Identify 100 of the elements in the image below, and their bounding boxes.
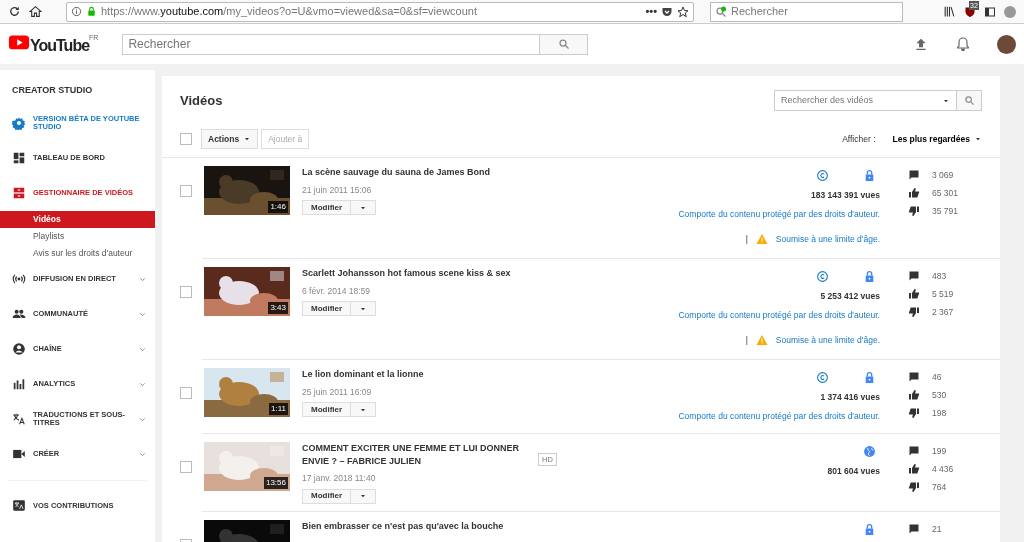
stat-count: 21 — [932, 522, 942, 536]
view-count: 5 253 412 vues — [819, 290, 880, 303]
upload-date: 21 juin 2011 15:06 — [302, 183, 373, 197]
thumbs-down-icon — [908, 205, 920, 217]
video-title[interactable]: Bien embrasser ce n'est pas qu'avec la bouche — [302, 520, 504, 534]
browser-search-field[interactable]: Rechercher — [710, 1, 903, 22]
thumbs-up-icon — [908, 463, 920, 475]
bar-chart-icon — [12, 377, 26, 391]
search-button[interactable] — [957, 90, 982, 111]
comment-icon — [908, 270, 920, 282]
upload-date: 25 juin 2011 16:09 — [302, 385, 373, 399]
video-search-field[interactable]: Rechercher des vidéos — [774, 90, 957, 111]
stat-count: 530 — [932, 388, 947, 402]
sidebar-icon[interactable] — [984, 5, 996, 18]
stat-count: 764 — [932, 480, 947, 494]
view-count: 801 604 vues — [826, 465, 880, 478]
dashboard-icon — [12, 151, 26, 165]
video-title[interactable]: Le lion dominant et la lionne — [302, 368, 424, 382]
more-actions-button[interactable]: ••• — [645, 3, 657, 20]
comment-icon — [908, 169, 920, 181]
sidebar-title: CREATOR STUDIO — [11, 84, 94, 97]
copyright-claim-link[interactable]: Comporte du contenu protégé par des droits d'auteur. — [660, 207, 880, 221]
page-title: Vidéos — [180, 91, 223, 110]
video-title[interactable]: Scarlett Johansson hot famous scene kiss & sex — [302, 267, 511, 281]
search-icon — [715, 5, 727, 18]
thumbs-down-icon — [908, 306, 920, 318]
reload-icon[interactable] — [8, 5, 21, 18]
stat-count: 46 — [932, 370, 942, 384]
comment-icon — [908, 445, 920, 457]
bookmark-star-icon[interactable] — [677, 5, 689, 18]
avatar[interactable] — [997, 34, 1016, 54]
placeholder-text: Rechercher — [731, 4, 788, 20]
duration-label: 1:11 — [269, 403, 288, 415]
video-checkbox[interactable] — [180, 461, 192, 473]
sidebar-subitem[interactable]: Playlists — [0, 227, 155, 245]
search-field[interactable]: Rechercher — [122, 33, 541, 55]
view-count: 183 143 391 vues — [810, 189, 880, 202]
comment-icon — [908, 371, 920, 383]
people-icon — [12, 307, 26, 321]
stat-count: 3 069 — [932, 168, 954, 182]
search-button[interactable] — [540, 33, 589, 55]
select-all-checkbox[interactable] — [180, 133, 192, 145]
thumbs-up-icon — [908, 288, 920, 300]
search-icon — [557, 38, 570, 50]
video-title[interactable]: COMMENT EXCITER UNE FEMME ET LUI DONNER ENVIE ? – FABRICE JULIEN — [302, 442, 532, 469]
stat-count: 199 — [932, 444, 947, 458]
age-restriction-link[interactable]: Soumise à une limite d'âge. — [775, 333, 880, 347]
broadcast-icon — [12, 272, 26, 286]
copyright-claim-link[interactable]: Comporte du contenu protégé par des droits d'auteur. — [660, 409, 880, 423]
separator-text: | — [745, 333, 748, 347]
pocket-icon[interactable] — [661, 5, 673, 18]
bell-icon[interactable] — [955, 36, 971, 52]
stat-count: 65 301 — [932, 186, 958, 200]
caret-icon — [974, 135, 982, 143]
url-text: https://www.youtube.com/my_videos?o=U&vmo=viewed&sa=0&sf=viewcount — [101, 4, 479, 20]
duration-label: 13:56 — [263, 477, 288, 489]
stat-count: 5 519 — [932, 287, 954, 301]
actions-button[interactable]: Actions — [201, 129, 259, 149]
view-count: 1 374 416 vues — [819, 391, 880, 404]
warning-icon — [755, 333, 768, 346]
stat-count: 198 — [932, 406, 947, 420]
duration-label: 1:46 — [268, 201, 288, 213]
sidebar-subitem[interactable]: Avis sur les droits d'auteur — [0, 244, 155, 262]
thumbs-down-icon — [908, 481, 920, 493]
stat-count: 2 367 — [932, 305, 954, 319]
account-icon — [12, 342, 26, 356]
video-checkbox[interactable] — [180, 387, 192, 399]
stat-count: 4 436 — [932, 462, 954, 476]
sort-dropdown[interactable]: Les plus regardées — [892, 132, 982, 146]
sidebar-subitem[interactable]: Vidéos — [0, 210, 155, 228]
video-checkbox[interactable] — [180, 286, 192, 298]
stat-count: 483 — [932, 269, 947, 283]
stat-count: 35 791 — [932, 204, 958, 218]
age-restriction-link[interactable]: Soumise à une limite d'âge. — [775, 232, 880, 246]
separator-text: | — [745, 232, 748, 246]
logo-text: YouTube — [30, 36, 90, 56]
thumbs-down-icon — [908, 407, 920, 419]
library-icon[interactable] — [943, 5, 956, 18]
upload-date: 17 janv. 2018 11:40 — [302, 472, 377, 485]
settings-icon — [12, 116, 26, 130]
search-icon — [963, 95, 975, 106]
video-checkbox[interactable] — [180, 185, 192, 197]
duration-label: 3:43 — [268, 302, 288, 314]
comment-icon — [908, 523, 920, 535]
caret-icon — [243, 135, 252, 143]
folder-icon — [12, 186, 26, 200]
warning-icon — [755, 232, 768, 245]
address-bar[interactable]: https://www.youtube.com/my_videos?o=U&vmo=viewed&sa=0&sf=viewcount ••• — [66, 1, 694, 22]
filter-label: Afficher : — [842, 132, 876, 146]
home-icon[interactable] — [29, 5, 42, 18]
copyright-claim-link[interactable]: Comporte du contenu protégé par des droits d'auteur. — [660, 308, 880, 322]
upload-icon[interactable] — [913, 36, 929, 52]
upload-date: 6 févr. 2014 18:59 — [302, 284, 372, 298]
translate-icon — [12, 499, 26, 513]
video-camera-icon — [12, 447, 26, 461]
thumbs-up-icon — [908, 187, 920, 199]
video-title[interactable]: La scène sauvage du sauna de James Bond — [302, 166, 491, 180]
info-icon[interactable] — [71, 6, 82, 17]
translate-icon — [12, 412, 26, 426]
profile-avatar[interactable] — [1004, 5, 1016, 18]
